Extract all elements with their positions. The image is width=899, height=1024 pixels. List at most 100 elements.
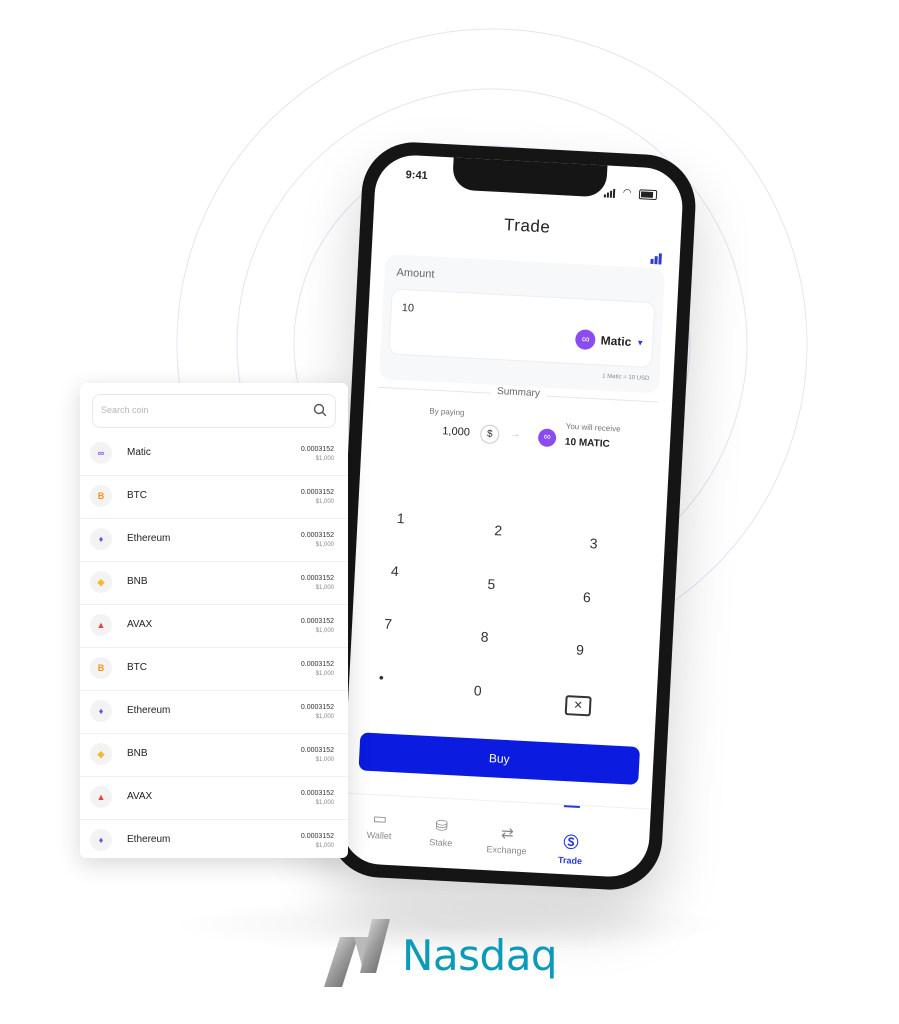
selected-coin: Matic <box>600 333 632 349</box>
dollar-icon: $ <box>479 424 500 445</box>
coin-name: BNB <box>127 576 148 587</box>
tab-trade[interactable]: Ⓢ Trade <box>538 830 604 867</box>
tab-bar: ▭ Wallet ⛁ Stake ⇄ Exchange Ⓢ Trade <box>339 792 651 879</box>
coin-list-item[interactable]: ♦ Ethereum 0.0003152 $1,000 <box>80 519 348 562</box>
wallet-icon: ▭ <box>372 810 388 828</box>
coin-dropdown[interactable]: ∞ Matic ▼ <box>575 329 645 353</box>
coin-list: ∞ Matic 0.0003152 $1,000 B BTC 0.0003152 $1,000… <box>80 433 348 858</box>
amount-input[interactable]: 10 ∞ Matic ▼ <box>388 288 656 369</box>
amount-card: Amount 10 ∞ Matic ▼ 1 Matic = 10 USD <box>378 254 666 394</box>
coin-list-item[interactable]: B BTC 0.0003152 $1,000 <box>80 476 348 519</box>
matic-coin-icon: ∞ <box>90 442 112 464</box>
key-4[interactable]: 4 <box>380 562 411 580</box>
coin-usd-value: $1,000 <box>315 757 334 763</box>
ethereum-coin-icon: ♦ <box>90 528 112 550</box>
battery-icon <box>638 189 658 201</box>
key-9[interactable]: 9 <box>565 641 596 659</box>
tab-exchange[interactable]: ⇄ Exchange <box>474 823 540 857</box>
coin-usd-value: $1,000 <box>315 714 334 720</box>
arrow-right-icon: → <box>509 428 521 441</box>
coin-amount: 0.0003152 <box>300 790 334 797</box>
search-icon[interactable] <box>312 402 328 418</box>
key-0[interactable]: 0 <box>462 682 493 700</box>
bnb-coin-icon: ◆ <box>90 743 112 765</box>
tab-wallet[interactable]: ▭ Wallet <box>347 808 413 842</box>
search-input[interactable] <box>101 403 291 417</box>
coin-name: BTC <box>127 662 147 673</box>
coin-name: BNB <box>127 748 148 759</box>
key-7[interactable]: 7 <box>373 615 404 633</box>
exchange-rate: 1 Matic = 10 USD <box>602 373 650 382</box>
btc-coin-icon: B <box>90 657 112 679</box>
coin-list-panel: ∞ Matic 0.0003152 $1,000 B BTC 0.0003152 $1,000… <box>80 383 348 858</box>
tab-label: Exchange <box>486 844 527 857</box>
coin-list-item[interactable]: ▲ AVAX 0.0003152 $1,000 <box>80 605 348 648</box>
signal-icon <box>603 179 616 198</box>
buy-button[interactable]: Buy <box>358 732 641 785</box>
nasdaq-wordmark: Nasdaq <box>402 931 558 980</box>
search-box[interactable] <box>92 394 336 428</box>
coin-amount: 0.0003152 <box>300 489 334 496</box>
bnb-coin-icon: ◆ <box>90 571 112 593</box>
btc-coin-icon: B <box>90 485 112 507</box>
coin-list-item[interactable]: ▲ AVAX 0.0003152 $1,000 <box>80 777 348 820</box>
status-time: 9:41 <box>405 168 429 183</box>
key-2[interactable]: 2 <box>483 522 514 540</box>
backspace-icon[interactable]: ✕ <box>564 695 592 717</box>
phone-notch <box>452 155 608 198</box>
receive-value: 10 MATIC <box>564 436 610 451</box>
key-6[interactable]: 6 <box>571 588 602 606</box>
nasdaq-logo: Nasdaq <box>320 915 580 995</box>
coin-amount: 0.0003152 <box>300 575 334 582</box>
coin-usd-value: $1,000 <box>315 671 334 677</box>
tab-label: Wallet <box>366 829 392 842</box>
coin-amount: 0.0003152 <box>300 833 334 840</box>
coin-usd-value: $1,000 <box>315 499 334 505</box>
coin-name: AVAX <box>127 791 153 802</box>
chevron-down-icon: ▼ <box>636 337 645 348</box>
key-5[interactable]: 5 <box>476 575 507 593</box>
coin-name: Matic <box>127 447 151 458</box>
coin-amount: 0.0003152 <box>300 532 334 539</box>
active-tab-indicator <box>563 805 580 808</box>
amount-value: 10 <box>401 301 415 315</box>
coin-name: Ethereum <box>127 834 171 845</box>
key-3[interactable]: 3 <box>578 535 609 553</box>
status-icons: ◠ <box>600 179 658 201</box>
coin-usd-value: $1,000 <box>315 628 334 634</box>
chart-icon[interactable] <box>649 246 662 265</box>
coin-list-item[interactable]: B BTC 0.0003152 $1,000 <box>80 648 348 691</box>
key-8[interactable]: 8 <box>469 628 500 646</box>
coin-list-item[interactable]: ♦ Ethereum 0.0003152 $1,000 <box>80 820 348 858</box>
coin-list-item[interactable]: ∞ Matic 0.0003152 $1,000 <box>80 433 348 476</box>
coin-name: Ethereum <box>127 533 171 544</box>
coin-list-item[interactable]: ◆ BNB 0.0003152 $1,000 <box>80 562 348 605</box>
coin-usd-value: $1,000 <box>315 585 334 591</box>
amount-label: Amount <box>396 266 435 281</box>
ethereum-coin-icon: ♦ <box>90 700 112 722</box>
wifi-icon: ◠ <box>622 187 632 199</box>
coin-amount: 0.0003152 <box>300 618 334 625</box>
coin-list-item[interactable]: ♦ Ethereum 0.0003152 $1,000 <box>80 691 348 734</box>
receive-label: You will receive <box>565 421 621 434</box>
key-1[interactable]: 1 <box>385 509 416 527</box>
tab-stake[interactable]: ⛁ Stake <box>409 815 475 849</box>
exchange-icon: ⇄ <box>500 824 515 843</box>
coin-usd-value: $1,000 <box>315 843 334 849</box>
summary-label: Summary <box>490 385 547 400</box>
key-dot[interactable]: • <box>366 669 397 687</box>
avax-coin-icon: ▲ <box>90 786 112 808</box>
nasdaq-mark-icon <box>324 919 390 987</box>
coin-amount: 0.0003152 <box>300 704 334 711</box>
avax-coin-icon: ▲ <box>90 614 112 636</box>
page-title: Trade <box>503 215 551 237</box>
coin-usd-value: $1,000 <box>315 800 334 806</box>
coin-usd-value: $1,000 <box>315 542 334 548</box>
matic-icon: ∞ <box>575 329 597 351</box>
ethereum-coin-icon: ♦ <box>90 829 112 851</box>
coin-list-item[interactable]: ◆ BNB 0.0003152 $1,000 <box>80 734 348 777</box>
coin-amount: 0.0003152 <box>300 747 334 754</box>
coin-name: Ethereum <box>127 705 171 716</box>
phone-screen: 9:41 ◠ Trade Amount 10 ∞ Matic ▼ 1 Matic… <box>339 153 685 879</box>
coin-name: AVAX <box>127 619 153 630</box>
